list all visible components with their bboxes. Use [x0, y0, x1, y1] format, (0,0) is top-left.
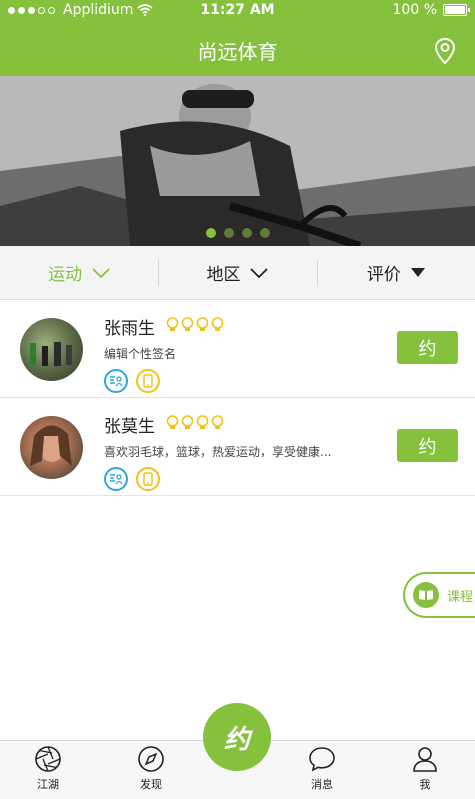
battery-percent: 100 %	[392, 2, 437, 18]
user-name: 张雨生	[104, 319, 155, 339]
list-item[interactable]: 张莫生 喜欢羽毛球，篮球，热爱运动，享受健康... 约	[0, 398, 475, 496]
chevron-down-icon	[92, 267, 110, 278]
top-bar: Applidium 11:27 AM 100 % 尚远体育	[0, 0, 475, 76]
banner-carousel[interactable]	[0, 76, 475, 246]
book-icon	[413, 582, 439, 608]
tab-label: 发现	[140, 778, 162, 791]
page-title: 尚远体育	[197, 40, 278, 64]
center-invite-tab[interactable]: 约	[203, 703, 271, 771]
tab-label: 消息	[311, 778, 333, 791]
tab-me[interactable]: 我	[395, 745, 455, 792]
lightbulb-icon	[211, 317, 224, 331]
caret-down-icon	[410, 268, 425, 277]
lightbulb-icon	[166, 317, 179, 331]
tab-label: 我	[419, 778, 431, 791]
tab-label: 江湖	[37, 778, 59, 791]
user-tags	[104, 369, 160, 393]
lightbulb-icon	[196, 415, 209, 429]
user-name: 张莫生	[104, 417, 155, 437]
lightbulb-icon	[211, 415, 224, 429]
avatar[interactable]	[20, 416, 83, 479]
phone-icon	[136, 369, 160, 393]
carousel-dot[interactable]	[223, 228, 234, 238]
status-bar: Applidium 11:27 AM 100 %	[0, 0, 475, 22]
filter-bar: 运动 地区 评价	[0, 246, 475, 300]
chat-bubble-icon	[309, 747, 335, 772]
location-pin-icon[interactable]	[433, 37, 457, 65]
course-button[interactable]: 课程	[403, 572, 475, 618]
carousel-dot[interactable]	[205, 228, 216, 238]
filter-sport-label: 运动	[48, 265, 83, 285]
carousel-indicator[interactable]	[0, 228, 475, 238]
carousel-dot[interactable]	[259, 228, 270, 238]
lightbulb-icon	[181, 317, 194, 331]
phone-icon	[136, 467, 160, 491]
list-item[interactable]: 张雨生 编辑个性签名 约	[0, 300, 475, 398]
cyclist-photo	[0, 76, 475, 246]
invite-button[interactable]: 约	[397, 429, 458, 462]
lightbulb-icon	[166, 415, 179, 429]
user-tags	[104, 467, 160, 491]
invite-button[interactable]: 约	[397, 331, 458, 364]
rating-bulbs	[166, 317, 224, 332]
battery-status: 100 %	[392, 2, 470, 18]
id-card-icon	[104, 369, 128, 393]
filter-region[interactable]: 地区	[158, 246, 316, 299]
filter-rating-label: 评价	[366, 265, 401, 285]
chevron-down-icon	[250, 267, 269, 278]
filter-rating[interactable]: 评价	[316, 246, 475, 299]
avatar[interactable]	[20, 318, 83, 381]
id-card-icon	[104, 467, 128, 491]
rating-bulbs	[166, 415, 224, 430]
user-bio: 喜欢羽毛球，篮球，热爱运动，享受健康...	[104, 445, 332, 459]
lightbulb-icon	[181, 415, 194, 429]
person-icon	[413, 747, 437, 772]
course-label: 课程	[447, 589, 474, 605]
tab-discover[interactable]: 发现	[121, 745, 181, 792]
filter-region-label: 地区	[206, 265, 241, 285]
tab-messages[interactable]: 消息	[292, 745, 352, 792]
carousel-dot[interactable]	[241, 228, 252, 238]
lightbulb-icon	[196, 317, 209, 331]
battery-icon	[443, 4, 470, 16]
user-bio: 编辑个性签名	[104, 347, 177, 361]
user-list: 张雨生 编辑个性签名 约 张莫生 喜欢羽毛球，篮球，热爱运动，享受健康... 约	[0, 300, 475, 496]
tab-jianghu[interactable]: 江湖	[18, 745, 78, 792]
filter-sport[interactable]: 运动	[0, 246, 158, 299]
compass-icon	[138, 746, 164, 772]
aperture-icon	[35, 746, 61, 772]
